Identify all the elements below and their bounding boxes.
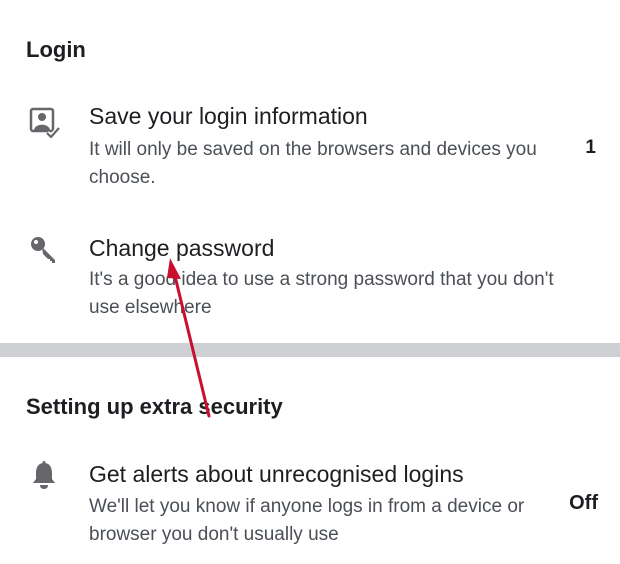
save-login-info-count: 1 (585, 137, 596, 158)
save-login-info-item[interactable]: Save your login information It will only… (0, 100, 620, 200)
key-icon (26, 232, 62, 268)
change-password-title: Change password (89, 235, 275, 261)
saved-login-icon (26, 104, 62, 140)
save-login-info-description: It will only be saved on the browsers an… (89, 139, 537, 188)
login-section-title: Login (26, 37, 86, 62)
bell-icon (26, 458, 62, 494)
section-divider (0, 343, 620, 357)
extra-security-section-title: Setting up extra security (26, 394, 283, 419)
change-password-item[interactable]: Change password It's a good idea to use … (0, 232, 620, 332)
login-alerts-item[interactable]: Get alerts about unrecognised logins We'… (0, 458, 620, 558)
login-alerts-description: We'll let you know if anyone logs in fro… (89, 496, 525, 545)
change-password-description: It's a good idea to use a strong passwor… (89, 269, 554, 318)
save-login-info-title: Save your login information (89, 103, 368, 129)
login-alerts-status: Off (569, 492, 598, 514)
login-alerts-title: Get alerts about unrecognised logins (89, 461, 464, 487)
